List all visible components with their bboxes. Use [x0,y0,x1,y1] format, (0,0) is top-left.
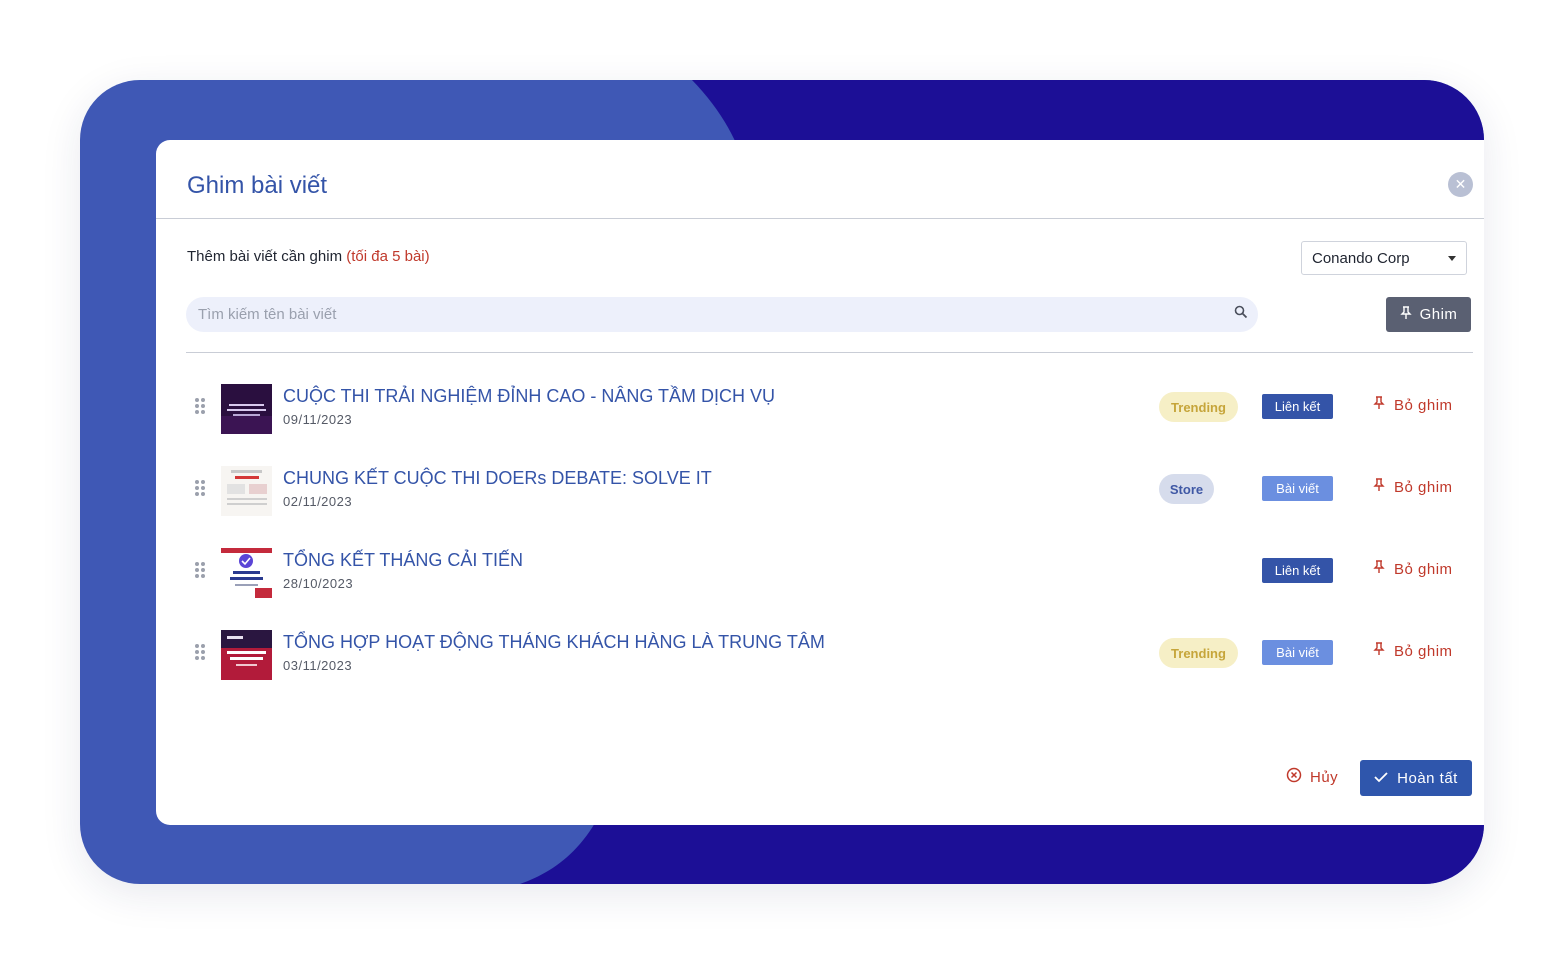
post-thumbnail [221,548,272,598]
unpin-label: Bỏ ghim [1394,478,1453,496]
cancel-label: Hủy [1310,768,1339,786]
post-thumbnail [221,466,272,516]
drag-handle-icon[interactable] [194,397,206,420]
post-title[interactable]: CUỘC THI TRẢI NGHIỆM ĐỈNH CAO - NÂNG TẦM… [283,386,775,407]
type-button-link[interactable]: Liên kết [1262,558,1333,583]
trending-badge: Trending [1159,638,1238,668]
dialog-subtitle: Thêm bài viết cần ghim (tối đa 5 bài) [187,248,430,265]
post-date: 02/11/2023 [283,494,353,509]
unpin-button[interactable]: Bỏ ghim [1373,560,1453,578]
unpin-button[interactable]: Bỏ ghim [1373,478,1453,496]
cancel-button[interactable]: Hủy [1286,767,1338,787]
dialog-title: Ghim bài viết [187,172,328,199]
pin-posts-dialog: Ghim bài viết ✕ Thêm bài viết cần ghim (… [156,140,1484,825]
search-bar [186,297,1258,332]
post-row: CHUNG KẾT CUỘC THI DOERs DEBATE: SOLVE I… [186,463,1476,519]
close-icon: ✕ [1454,176,1467,192]
post-row: TỔNG HỢP HOẠT ĐỘNG THÁNG KHÁCH HÀNG LÀ T… [186,627,1476,683]
done-label: Hoàn tất [1397,769,1458,787]
cancel-circle-icon [1286,767,1302,787]
unpin-label: Bỏ ghim [1394,642,1453,660]
search-input[interactable] [196,305,1234,324]
post-title[interactable]: TỔNG KẾT THÁNG CẢI TIẾN [283,550,523,571]
post-date: 03/11/2023 [283,658,353,673]
pin-icon [1373,560,1385,578]
drag-handle-icon[interactable] [194,479,206,502]
trending-badge: Trending [1159,392,1238,422]
post-title[interactable]: TỔNG HỢP HOẠT ĐỘNG THÁNG KHÁCH HÀNG LÀ T… [283,632,825,653]
post-date: 09/11/2023 [283,412,353,427]
pin-icon [1373,642,1385,660]
drag-handle-icon[interactable] [194,643,206,666]
post-thumbnail [221,384,272,434]
post-row: CUỘC THI TRẢI NGHIỆM ĐỈNH CAO - NÂNG TẦM… [186,381,1476,437]
subtitle-text: Thêm bài viết cần ghim [187,248,343,265]
header-divider [156,218,1484,219]
unpin-button[interactable]: Bỏ ghim [1373,642,1453,660]
post-thumbnail [221,630,272,680]
pin-button-label: Ghim [1419,306,1458,323]
close-button[interactable]: ✕ [1448,172,1473,197]
list-divider [186,352,1473,353]
type-button-link[interactable]: Liên kết [1262,394,1333,419]
store-badge: Store [1159,474,1214,504]
pin-button[interactable]: Ghim [1386,297,1471,332]
organization-select[interactable]: Conando Corp [1301,241,1467,275]
unpin-label: Bỏ ghim [1394,396,1453,414]
unpin-button[interactable]: Bỏ ghim [1373,396,1453,414]
pin-icon [1399,305,1412,324]
post-title[interactable]: CHUNG KẾT CUỘC THI DOERs DEBATE: SOLVE I… [283,468,712,489]
type-button-post[interactable]: Bài viết [1262,640,1333,665]
post-date: 28/10/2023 [283,576,354,591]
search-icon[interactable] [1234,305,1248,324]
limit-note: (tối đa 5 bài) [346,248,430,265]
chevron-down-icon [1448,255,1456,261]
done-button[interactable]: Hoàn tất [1360,760,1472,796]
pin-icon [1373,478,1385,496]
unpin-label: Bỏ ghim [1394,560,1453,578]
pin-icon [1373,396,1385,414]
check-icon [1374,770,1388,787]
post-row: TỔNG KẾT THÁNG CẢI TIẾN 28/10/2023 Liên … [186,545,1476,601]
type-button-post[interactable]: Bài viết [1262,476,1333,501]
organization-select-value: Conando Corp [1312,249,1410,267]
drag-handle-icon[interactable] [194,561,206,584]
